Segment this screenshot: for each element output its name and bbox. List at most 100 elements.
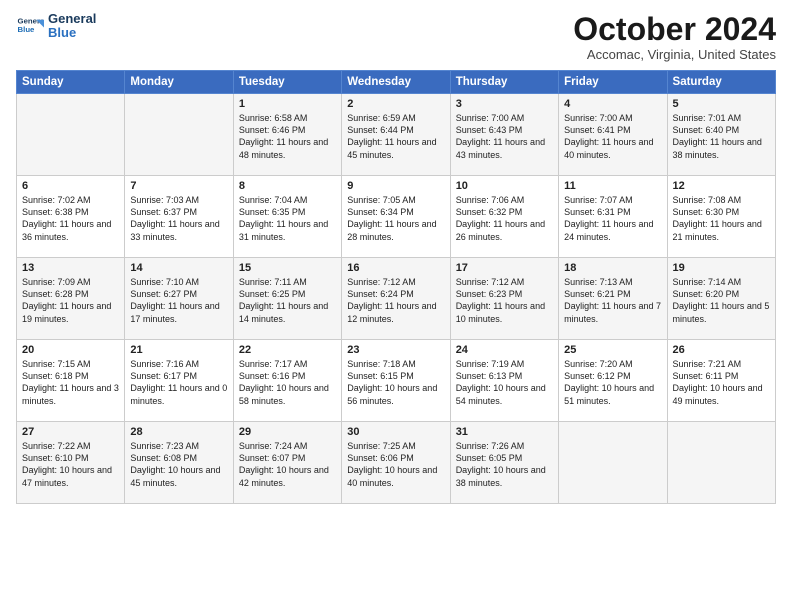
cell-info: Sunrise: 7:11 AM Sunset: 6:25 PM Dayligh… [239, 276, 336, 325]
calendar-cell: 25Sunrise: 7:20 AM Sunset: 6:12 PM Dayli… [559, 340, 667, 422]
calendar-cell: 6Sunrise: 7:02 AM Sunset: 6:38 PM Daylig… [17, 176, 125, 258]
page: General Blue General Blue October 2024 A… [0, 0, 792, 612]
calendar-cell: 13Sunrise: 7:09 AM Sunset: 6:28 PM Dayli… [17, 258, 125, 340]
header: General Blue General Blue October 2024 A… [16, 12, 776, 62]
calendar-cell: 26 Sunrise: 7:21 AM Sunset: 6:11 PM Dayli… [667, 340, 775, 422]
day-header-tuesday: Tuesday [233, 71, 341, 94]
cell-info: Sunrise: 7:20 AM Sunset: 6:12 PM Dayligh… [564, 358, 661, 407]
calendar-cell: 8 Sunrise: 7:04 AM Sunset: 6:35 PM Daylig… [233, 176, 341, 258]
week-row-3: 13Sunrise: 7:09 AM Sunset: 6:28 PM Dayli… [17, 258, 776, 340]
cell-info: Sunrise: 7:26 AM Sunset: 6:05 PM Dayligh… [456, 440, 553, 489]
header-row: SundayMondayTuesdayWednesdayThursdayFrid… [17, 71, 776, 94]
calendar-cell [17, 94, 125, 176]
day-number: 14 [130, 262, 227, 274]
day-number: 27 [22, 426, 119, 438]
day-number: 22 [239, 344, 336, 356]
calendar-cell: 17 Sunrise: 7:12 AM Sunset: 6:23 PM Dayli… [450, 258, 558, 340]
day-header-friday: Friday [559, 71, 667, 94]
day-number: 23 [347, 344, 444, 356]
day-header-monday: Monday [125, 71, 233, 94]
day-header-wednesday: Wednesday [342, 71, 450, 94]
cell-info: Sunrise: 7:00 AM Sunset: 6:41 PM Dayligh… [564, 112, 661, 161]
day-number: 15 [239, 262, 336, 274]
calendar-cell: 5 Sunrise: 7:01 AM Sunset: 6:40 PM Daylig… [667, 94, 775, 176]
logo-text-blue: Blue [48, 26, 96, 40]
calendar-cell [125, 94, 233, 176]
calendar-cell [559, 422, 667, 504]
day-number: 3 [456, 98, 553, 110]
calendar-cell: 9Sunrise: 7:05 AM Sunset: 6:34 PM Daylig… [342, 176, 450, 258]
cell-info: Sunrise: 7:13 AM Sunset: 6:21 PM Dayligh… [564, 276, 661, 325]
calendar-cell: 24 Sunrise: 7:19 AM Sunset: 6:13 PM Dayli… [450, 340, 558, 422]
cell-info: Sunrise: 7:18 AM Sunset: 6:15 PM Dayligh… [347, 358, 444, 407]
calendar-cell: 29 Sunrise: 7:24 AM Sunset: 6:07 PM Dayli… [233, 422, 341, 504]
logo-icon: General Blue [16, 12, 44, 40]
day-number: 26 [673, 344, 770, 356]
day-number: 21 [130, 344, 227, 356]
calendar-cell: 31 Sunrise: 7:26 AM Sunset: 6:05 PM Dayli… [450, 422, 558, 504]
calendar-cell: 1 Sunrise: 6:58 AM Sunset: 6:46 PM Daylig… [233, 94, 341, 176]
cell-info: Sunrise: 7:15 AM Sunset: 6:18 PM Dayligh… [22, 358, 119, 407]
title-block: October 2024 Accomac, Virginia, United S… [573, 12, 776, 62]
cell-info: Sunrise: 7:21 AM Sunset: 6:11 PM Dayligh… [673, 358, 770, 407]
calendar-cell: 30Sunrise: 7:25 AM Sunset: 6:06 PM Dayli… [342, 422, 450, 504]
calendar-cell: 15 Sunrise: 7:11 AM Sunset: 6:25 PM Dayli… [233, 258, 341, 340]
cell-info: Sunrise: 6:59 AM Sunset: 6:44 PM Dayligh… [347, 112, 444, 161]
day-number: 2 [347, 98, 444, 110]
day-number: 5 [673, 98, 770, 110]
cell-info: Sunrise: 7:25 AM Sunset: 6:06 PM Dayligh… [347, 440, 444, 489]
day-number: 20 [22, 344, 119, 356]
day-number: 1 [239, 98, 336, 110]
day-number: 10 [456, 180, 553, 192]
calendar-cell: 10 Sunrise: 7:06 AM Sunset: 6:32 PM Dayli… [450, 176, 558, 258]
calendar-cell: 28 Sunrise: 7:23 AM Sunset: 6:08 PM Dayli… [125, 422, 233, 504]
cell-info: Sunrise: 7:12 AM Sunset: 6:24 PM Dayligh… [347, 276, 444, 325]
calendar-cell: 2 Sunrise: 6:59 AM Sunset: 6:44 PM Daylig… [342, 94, 450, 176]
logo: General Blue General Blue [16, 12, 96, 41]
day-number: 17 [456, 262, 553, 274]
cell-info: Sunrise: 7:07 AM Sunset: 6:31 PM Dayligh… [564, 194, 661, 243]
calendar-cell: 7Sunrise: 7:03 AM Sunset: 6:37 PM Daylig… [125, 176, 233, 258]
calendar-cell: 16Sunrise: 7:12 AM Sunset: 6:24 PM Dayli… [342, 258, 450, 340]
day-header-thursday: Thursday [450, 71, 558, 94]
cell-info: Sunrise: 6:58 AM Sunset: 6:46 PM Dayligh… [239, 112, 336, 161]
cell-info: Sunrise: 7:16 AM Sunset: 6:17 PM Dayligh… [130, 358, 227, 407]
cell-info: Sunrise: 7:02 AM Sunset: 6:38 PM Dayligh… [22, 194, 119, 243]
calendar-cell: 14Sunrise: 7:10 AM Sunset: 6:27 PM Dayli… [125, 258, 233, 340]
day-number: 24 [456, 344, 553, 356]
cell-info: Sunrise: 7:04 AM Sunset: 6:35 PM Dayligh… [239, 194, 336, 243]
cell-info: Sunrise: 7:05 AM Sunset: 6:34 PM Dayligh… [347, 194, 444, 243]
calendar-cell: 12Sunrise: 7:08 AM Sunset: 6:30 PM Dayli… [667, 176, 775, 258]
svg-text:Blue: Blue [18, 26, 36, 35]
calendar-cell: 22 Sunrise: 7:17 AM Sunset: 6:16 PM Dayli… [233, 340, 341, 422]
week-row-5: 27 Sunrise: 7:22 AM Sunset: 6:10 PM Dayli… [17, 422, 776, 504]
calendar-cell: 4 Sunrise: 7:00 AM Sunset: 6:41 PM Daylig… [559, 94, 667, 176]
cell-info: Sunrise: 7:23 AM Sunset: 6:08 PM Dayligh… [130, 440, 227, 489]
cell-info: Sunrise: 7:12 AM Sunset: 6:23 PM Dayligh… [456, 276, 553, 325]
day-number: 18 [564, 262, 661, 274]
cell-info: Sunrise: 7:22 AM Sunset: 6:10 PM Dayligh… [22, 440, 119, 489]
day-number: 8 [239, 180, 336, 192]
cell-info: Sunrise: 7:19 AM Sunset: 6:13 PM Dayligh… [456, 358, 553, 407]
calendar-cell: 27 Sunrise: 7:22 AM Sunset: 6:10 PM Dayli… [17, 422, 125, 504]
cell-info: Sunrise: 7:17 AM Sunset: 6:16 PM Dayligh… [239, 358, 336, 407]
day-number: 31 [456, 426, 553, 438]
day-number: 11 [564, 180, 661, 192]
day-number: 4 [564, 98, 661, 110]
cell-info: Sunrise: 7:01 AM Sunset: 6:40 PM Dayligh… [673, 112, 770, 161]
week-row-1: 1 Sunrise: 6:58 AM Sunset: 6:46 PM Daylig… [17, 94, 776, 176]
calendar-cell: 11 Sunrise: 7:07 AM Sunset: 6:31 PM Dayli… [559, 176, 667, 258]
month-title: October 2024 [573, 12, 776, 47]
logo-text-general: General [48, 12, 96, 26]
cell-info: Sunrise: 7:14 AM Sunset: 6:20 PM Dayligh… [673, 276, 770, 325]
cell-info: Sunrise: 7:06 AM Sunset: 6:32 PM Dayligh… [456, 194, 553, 243]
calendar-table: SundayMondayTuesdayWednesdayThursdayFrid… [16, 70, 776, 504]
calendar-cell: 19 Sunrise: 7:14 AM Sunset: 6:20 PM Dayli… [667, 258, 775, 340]
day-number: 29 [239, 426, 336, 438]
cell-info: Sunrise: 7:09 AM Sunset: 6:28 PM Dayligh… [22, 276, 119, 325]
day-number: 7 [130, 180, 227, 192]
cell-info: Sunrise: 7:24 AM Sunset: 6:07 PM Dayligh… [239, 440, 336, 489]
week-row-4: 20 Sunrise: 7:15 AM Sunset: 6:18 PM Dayli… [17, 340, 776, 422]
day-number: 28 [130, 426, 227, 438]
day-number: 19 [673, 262, 770, 274]
